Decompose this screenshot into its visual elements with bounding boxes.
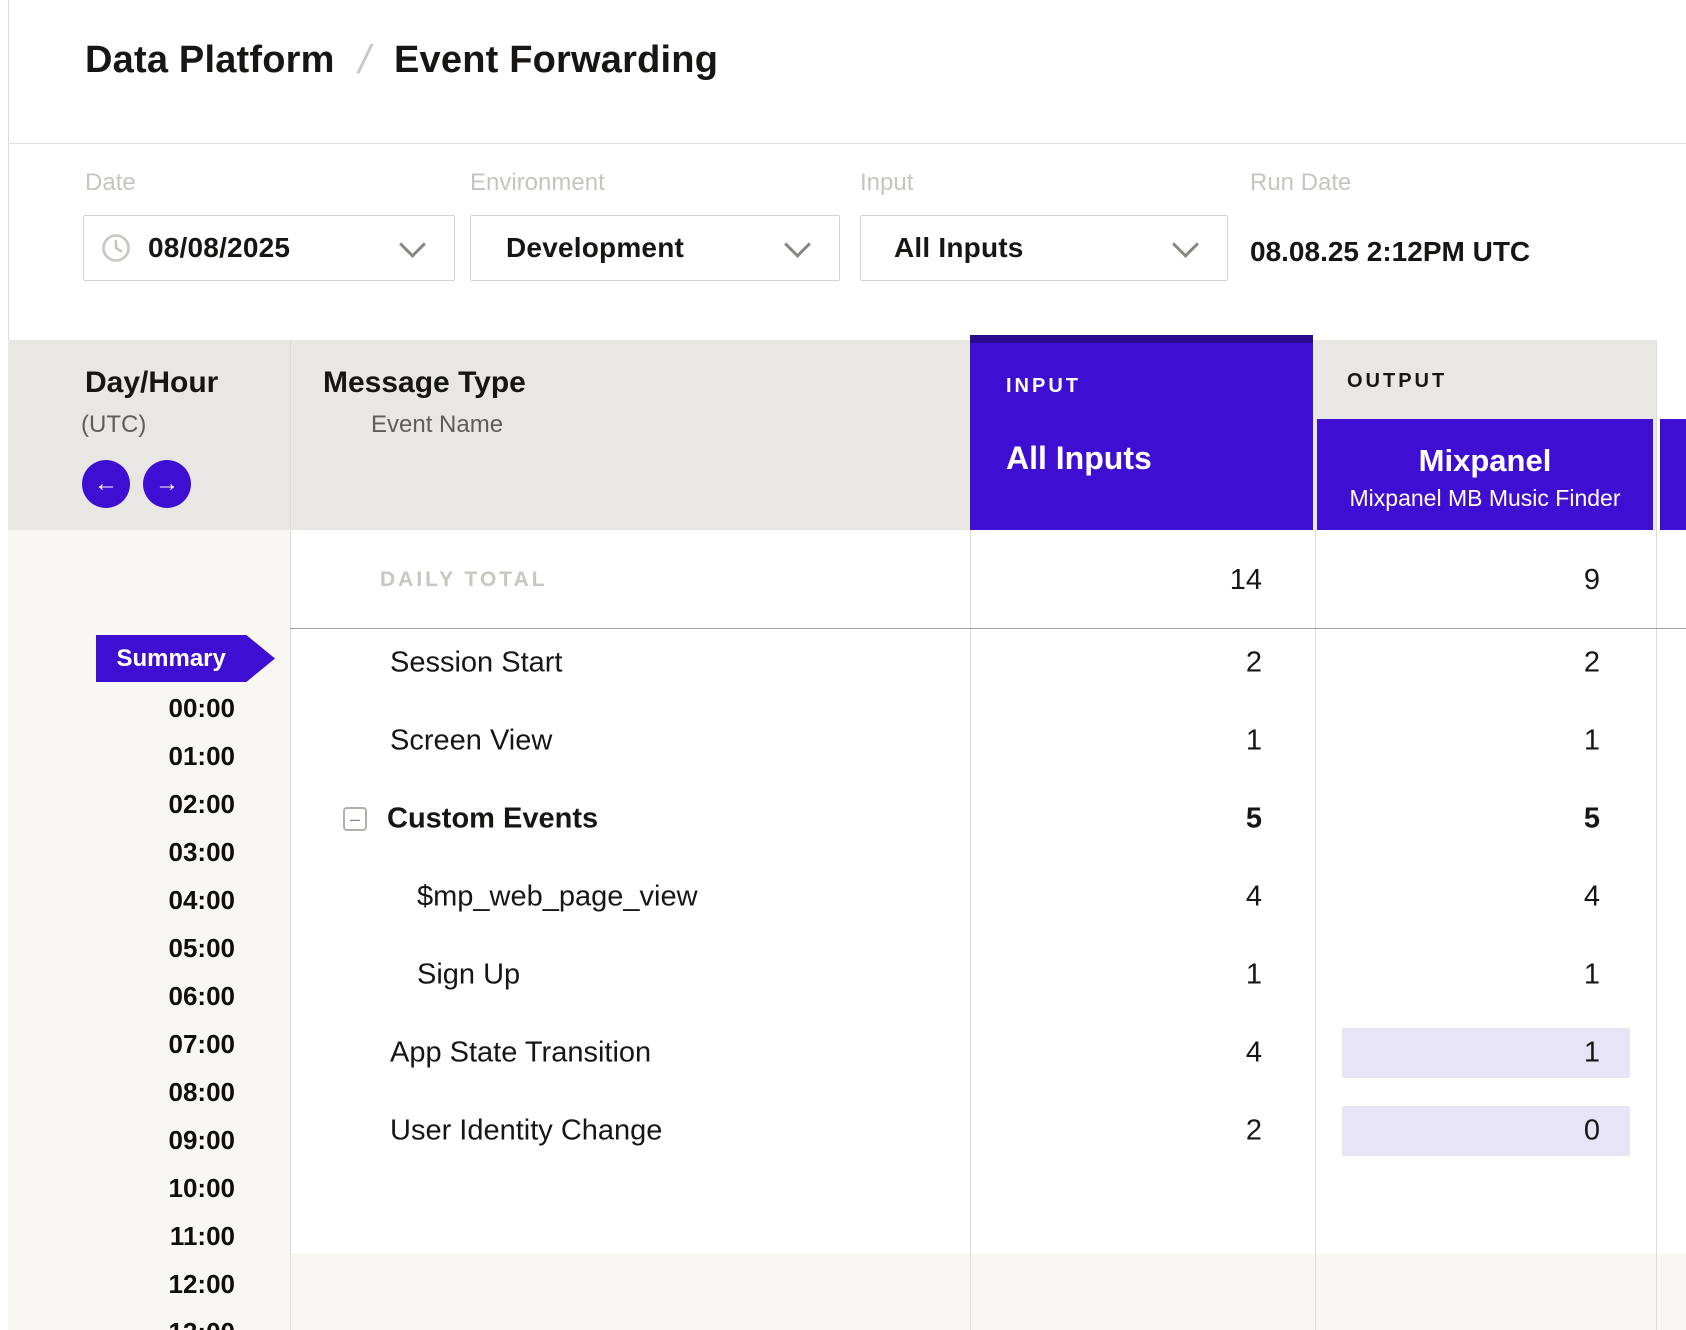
breadcrumb-section[interactable]: Data Platform — [85, 39, 335, 82]
environment-dropdown[interactable]: Development — [470, 215, 840, 281]
daily-total-row: DAILY TOTAL 14 9 — [290, 530, 1686, 629]
hour-item[interactable]: 00:00 — [60, 684, 235, 732]
output-column-subtitle: Mixpanel MB Music Finder — [1317, 485, 1653, 512]
hour-item[interactable]: 08:00 — [60, 1068, 235, 1116]
hour-item[interactable]: 13:00 — [60, 1308, 235, 1330]
clock-icon — [101, 233, 131, 263]
environment-value: Development — [506, 232, 684, 264]
table-row: Session Start 2 2 — [290, 624, 1686, 702]
daily-total-output-value: 9 — [1317, 564, 1600, 597]
table-row: – Custom Events 5 5 — [290, 780, 1686, 858]
event-label: $mp_web_page_view — [417, 881, 698, 914]
hour-list: 00:00 01:00 02:00 03:00 04:00 05:00 06:0… — [60, 684, 235, 1330]
hour-item[interactable]: 07:00 — [60, 1020, 235, 1068]
input-column-group-label: INPUT — [1006, 375, 1313, 398]
run-date-value: 08.08.25 2:12PM UTC — [1250, 236, 1530, 268]
hour-item[interactable]: 12:00 — [60, 1260, 235, 1308]
input-column-header[interactable]: INPUT All Inputs — [970, 335, 1313, 530]
input-count: 2 — [970, 1115, 1262, 1148]
chevron-down-icon — [784, 231, 811, 258]
event-label: App State Transition — [390, 1037, 651, 1070]
page-title: Event Forwarding — [394, 39, 718, 82]
input-label: Input — [860, 169, 913, 197]
event-forwarding-page: Data Platform / Event Forwarding Date 08… — [0, 0, 1686, 1330]
arrow-left-icon: ← — [94, 470, 118, 498]
input-count: 5 — [970, 803, 1262, 836]
output-count: 5 — [1317, 803, 1600, 836]
output-column-header[interactable]: Mixpanel Mixpanel MB Music Finder — [1317, 419, 1653, 530]
output-column-name: Mixpanel — [1317, 443, 1653, 479]
arrow-right-icon: → — [155, 470, 179, 498]
day-hour-header: Day/Hour — [85, 366, 218, 400]
date-label: Date — [85, 169, 136, 197]
input-count: 1 — [970, 725, 1262, 758]
breadcrumb-separator: / — [354, 38, 375, 83]
hour-item[interactable]: 02:00 — [60, 780, 235, 828]
prev-day-button[interactable]: ← — [82, 460, 130, 508]
next-day-button[interactable]: → — [143, 460, 191, 508]
hour-item[interactable]: 09:00 — [60, 1116, 235, 1164]
message-type-subtitle: Event Name — [371, 411, 503, 439]
collapse-icon[interactable]: – — [343, 807, 367, 831]
date-value: 08/08/2025 — [148, 232, 290, 264]
run-date-label: Run Date — [1250, 169, 1351, 197]
hour-item[interactable]: 04:00 — [60, 876, 235, 924]
event-label: Sign Up — [417, 959, 520, 992]
table-row: App State Transition 4 1 — [290, 1014, 1686, 1092]
chevron-down-icon — [399, 231, 426, 258]
daily-total-label: DAILY TOTAL — [380, 568, 548, 592]
hour-item[interactable]: 05:00 — [60, 924, 235, 972]
output-column-next-partial[interactable] — [1660, 419, 1686, 530]
hour-item[interactable]: 11:00 — [60, 1212, 235, 1260]
environment-label: Environment — [470, 169, 605, 197]
output-count: 2 — [1317, 647, 1600, 680]
message-type-header: Message Type — [323, 366, 526, 400]
input-count: 1 — [970, 959, 1262, 992]
input-column-selected-strip — [970, 335, 1313, 343]
date-dropdown[interactable]: 08/08/2025 — [83, 215, 455, 281]
table-row: $mp_web_page_view 4 4 — [290, 858, 1686, 936]
event-label: User Identity Change — [390, 1115, 662, 1148]
daily-total-input-value: 14 — [970, 564, 1262, 597]
input-dropdown[interactable]: All Inputs — [860, 215, 1228, 281]
day-hour-subtitle: (UTC) — [81, 411, 146, 439]
header-divider — [8, 143, 1686, 144]
input-count: 4 — [970, 1037, 1262, 1070]
output-count: 1 — [1317, 725, 1600, 758]
event-label: Session Start — [390, 647, 562, 680]
output-count: 1 — [1317, 1037, 1600, 1070]
input-column-name: All Inputs — [1006, 440, 1313, 477]
hour-item[interactable]: 03:00 — [60, 828, 235, 876]
hour-item[interactable]: 01:00 — [60, 732, 235, 780]
input-value: All Inputs — [894, 232, 1024, 264]
table-row: User Identity Change 2 0 — [290, 1092, 1686, 1170]
table-row: Sign Up 1 1 — [290, 936, 1686, 1014]
output-count: 0 — [1317, 1115, 1600, 1148]
hour-item[interactable]: 10:00 — [60, 1164, 235, 1212]
event-label: Screen View — [390, 725, 552, 758]
event-label: Custom Events — [387, 803, 598, 836]
breadcrumb: Data Platform / Event Forwarding — [85, 38, 718, 82]
chevron-down-icon — [1172, 231, 1199, 258]
summary-label: Summary — [96, 645, 246, 673]
input-count: 2 — [970, 647, 1262, 680]
output-group-label: OUTPUT — [1347, 370, 1447, 393]
output-count: 1 — [1317, 959, 1600, 992]
summary-flag[interactable]: Summary — [96, 635, 275, 682]
output-count: 4 — [1317, 881, 1600, 914]
table-row: Screen View 1 1 — [290, 702, 1686, 780]
input-count: 4 — [970, 881, 1262, 914]
hour-item[interactable]: 06:00 — [60, 972, 235, 1020]
